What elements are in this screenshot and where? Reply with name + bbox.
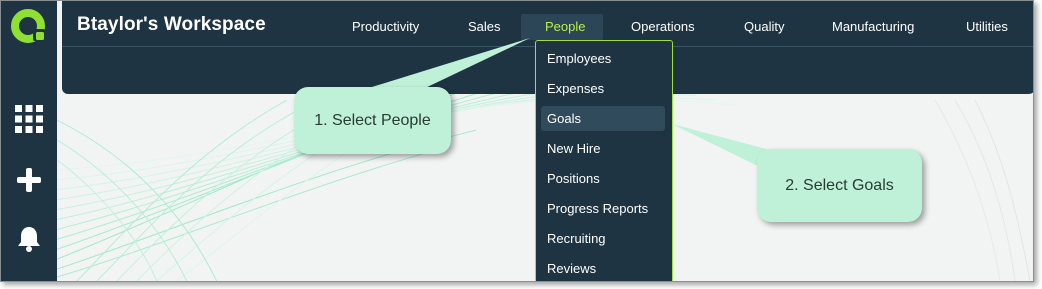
menu-item-positions[interactable]: Positions — [541, 166, 665, 191]
app-window: Btaylor's Workspace Productivity Sales P… — [0, 0, 1034, 282]
callout-select-goals: 2. Select Goals — [757, 149, 922, 222]
nav-quality[interactable]: Quality — [744, 14, 784, 40]
app-logo-icon[interactable] — [1, 4, 57, 48]
apps-grid-icon[interactable] — [1, 97, 57, 141]
workspace-title: Btaylor's Workspace — [77, 14, 266, 35]
bell-icon[interactable] — [1, 217, 57, 261]
menu-item-reviews[interactable]: Reviews — [541, 256, 665, 281]
menu-item-recruiting[interactable]: Recruiting — [541, 226, 665, 251]
nav-sales[interactable]: Sales — [468, 14, 501, 40]
menu-item-goals[interactable]: Goals — [541, 106, 665, 131]
nav-people[interactable]: People — [521, 14, 604, 40]
nav-utilities[interactable]: Utilities — [966, 14, 1008, 40]
menu-item-progress-reports[interactable]: Progress Reports — [541, 196, 665, 221]
left-rail — [1, 1, 57, 281]
menu-item-new-hire[interactable]: New Hire — [541, 136, 665, 161]
menu-item-employees[interactable]: Employees — [541, 46, 665, 71]
plus-icon[interactable] — [1, 158, 57, 202]
callout-select-people: 1. Select People — [294, 87, 451, 154]
nav-manufacturing[interactable]: Manufacturing — [832, 14, 914, 40]
nav-productivity[interactable]: Productivity — [352, 14, 419, 40]
menu-item-expenses[interactable]: Expenses — [541, 76, 665, 101]
people-dropdown-menu: Employees Expenses Goals New Hire Positi… — [535, 40, 673, 281]
nav-operations[interactable]: Operations — [631, 14, 695, 40]
